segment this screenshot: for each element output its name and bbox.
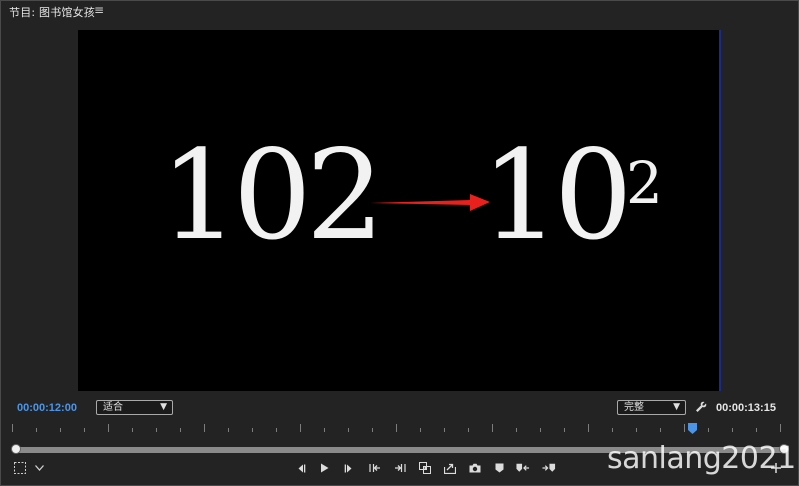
ruler-tick <box>780 424 781 432</box>
ruler-tick <box>444 428 445 432</box>
ruler-tick <box>228 428 229 432</box>
ruler-tick <box>420 428 421 432</box>
go-to-in-button[interactable] <box>368 461 382 475</box>
ruler-tick <box>372 428 373 432</box>
go-to-previous-marker-button[interactable] <box>516 461 530 475</box>
ruler-tick <box>396 424 397 432</box>
ruler-tick <box>612 428 613 432</box>
zoom-level-value: 适合 <box>103 402 123 413</box>
safe-margins-icon[interactable] <box>14 462 26 474</box>
ruler-tick <box>708 428 709 432</box>
export-frame-out-button[interactable] <box>443 461 457 475</box>
insert-icon <box>419 462 431 474</box>
ruler-tick <box>60 428 61 432</box>
ruler-tick <box>492 424 493 432</box>
mark-in-button[interactable] <box>294 461 308 475</box>
go-to-next-marker-button[interactable] <box>542 461 556 475</box>
ruler-tick <box>588 424 589 432</box>
go-to-out-icon <box>395 464 406 472</box>
mark-out-icon <box>344 464 352 472</box>
expression-right-exponent: 2 <box>626 149 663 217</box>
add-marker-icon <box>495 463 503 473</box>
watermark-text: sanlang2021 <box>607 441 796 476</box>
scrollbar-left-handle[interactable] <box>11 444 21 454</box>
insert-button[interactable] <box>418 461 432 475</box>
playhead-timecode[interactable]: 00:00:12:00 <box>17 402 77 414</box>
ruler-tick <box>84 428 85 432</box>
panel-title[interactable]: 节目: 图书馆女孩 <box>9 4 95 20</box>
ruler-tick <box>204 424 205 432</box>
go-to-out-button[interactable] <box>393 461 407 475</box>
mark-out-button[interactable] <box>342 461 356 475</box>
ruler-tick <box>540 428 541 432</box>
ruler-tick <box>756 428 757 432</box>
expression-left: 102 <box>160 124 385 268</box>
go-to-in-icon <box>369 464 380 472</box>
ruler-tick <box>348 428 349 432</box>
ruler-tick <box>468 428 469 432</box>
export-frame-button[interactable] <box>468 461 482 475</box>
ruler-tick <box>732 428 733 432</box>
ruler-tick <box>300 424 301 432</box>
go-to-previous-marker-icon <box>516 463 530 472</box>
chevron-down-icon: ▼ <box>160 402 167 412</box>
ruler-tick <box>252 428 253 432</box>
ruler-tick <box>636 428 637 432</box>
ruler-tick <box>684 424 685 432</box>
panel-header: 节目: 图书馆女孩 ≡ <box>0 0 799 22</box>
chevron-down-icon[interactable] <box>35 465 44 471</box>
red-arrow-icon <box>370 194 490 211</box>
ruler-tick <box>180 428 181 432</box>
mark-in-icon <box>298 464 306 472</box>
monitor-edge <box>719 30 721 391</box>
export-frame-out-icon <box>444 463 456 474</box>
wrench-icon[interactable] <box>695 401 707 413</box>
time-ruler[interactable] <box>10 422 786 436</box>
playhead-icon[interactable] <box>688 423 697 434</box>
ruler-tick <box>132 428 133 432</box>
ruler-tick <box>516 428 517 432</box>
ruler-tick <box>156 428 157 432</box>
chevron-down-icon: ▼ <box>673 402 680 412</box>
ruler-tick <box>660 428 661 432</box>
ruler-tick <box>12 424 13 432</box>
ruler-tick <box>36 428 37 432</box>
playback-resolution-select[interactable]: 完整 ▼ <box>617 400 686 415</box>
zoom-level-select[interactable]: 适合 ▼ <box>96 400 173 415</box>
ruler-tick <box>276 428 277 432</box>
expression-right-base: 10 <box>481 124 633 268</box>
ruler-tick <box>564 428 565 432</box>
ruler-tick <box>108 424 109 432</box>
add-marker-button[interactable] <box>492 461 506 475</box>
program-monitor-viewport[interactable]: 102 10 2 <box>78 30 720 391</box>
hamburger-menu-icon[interactable]: ≡ <box>94 3 104 17</box>
ruler-tick <box>324 428 325 432</box>
play-button[interactable] <box>317 461 331 475</box>
camera-icon <box>469 463 481 473</box>
playback-resolution-value: 完整 <box>624 402 644 413</box>
go-to-next-marker-icon <box>542 463 556 472</box>
play-icon <box>320 463 328 473</box>
duration-timecode: 00:00:13:15 <box>716 402 776 414</box>
